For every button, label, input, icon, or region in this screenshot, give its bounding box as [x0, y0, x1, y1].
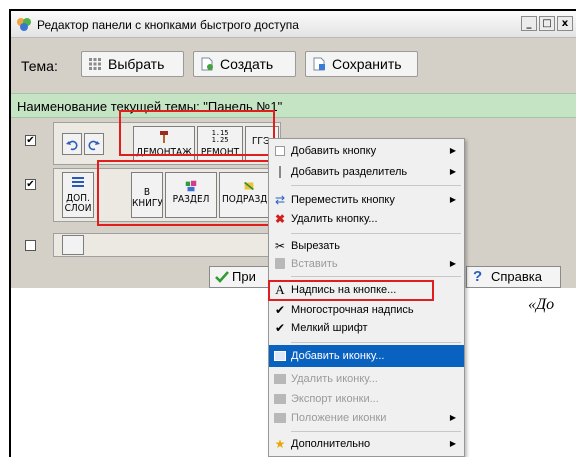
select-theme-label: Выбрать [108, 56, 165, 72]
menu-label: Вставить [291, 258, 338, 270]
create-theme-label: Создать [220, 56, 274, 72]
help-icon: ? [473, 268, 483, 285]
extra-layers-label: ДОП. СЛОИ [64, 193, 92, 214]
scissors-icon: ✂ [274, 239, 286, 253]
select-theme-button[interactable]: Выбрать [81, 51, 184, 77]
panel-row-3 [53, 233, 281, 257]
help-button[interactable]: ? Справка [466, 266, 561, 288]
document-text-fragment: «До [528, 296, 555, 313]
grid-icon [89, 58, 101, 70]
checkmark-icon: ✔ [274, 303, 286, 317]
help-label: Справка [491, 269, 542, 284]
theme-label: Тема: [21, 58, 58, 74]
menu-item-delete-button[interactable]: ✖ Удалить кнопку... [269, 208, 464, 230]
menu-label: Вырезать [291, 240, 340, 252]
menu-item-small-font[interactable]: ✔ Мелкий шрифт [269, 317, 464, 339]
save-theme-label: Сохранить [332, 56, 402, 72]
menu-label: Добавить разделитель [291, 166, 408, 178]
menu-item-add-separator[interactable]: Добавить разделитель ▶ [269, 161, 464, 183]
maximize-button[interactable]: □ [539, 16, 555, 31]
menu-item-add-icon[interactable]: Добавить иконку... [269, 345, 464, 367]
menu-item-icon-position[interactable]: Положение иконки ▶ [269, 407, 464, 429]
checkmark-icon [215, 271, 229, 283]
menu-item-delete-icon[interactable]: Удалить иконку... [269, 368, 464, 390]
menu-separator [291, 342, 461, 343]
app-icon [17, 18, 31, 31]
export-icon [273, 392, 287, 406]
redo-icon [88, 140, 100, 151]
menu-label: Многострочная надпись [291, 304, 414, 316]
image-icon [273, 411, 287, 425]
menu-label: Мелкий шрифт [291, 322, 368, 334]
minimize-button[interactable]: _ [521, 16, 537, 31]
submenu-arrow-icon: ▶ [449, 146, 456, 155]
menu-separator [291, 185, 461, 186]
separator-icon [273, 165, 287, 179]
highlight-caption-menu-item [268, 280, 434, 301]
apply-label: При [232, 269, 256, 284]
close-button[interactable]: x [557, 16, 573, 31]
submenu-arrow-icon: ▶ [449, 259, 456, 268]
menu-label: Переместить кнопку [291, 194, 395, 206]
undo-icon [66, 140, 78, 151]
highlight-row-2-buttons [97, 160, 272, 226]
layers-icon [72, 177, 84, 187]
menu-item-advanced[interactable]: ★ Дополнительно ▶ [269, 433, 464, 455]
save-theme-button[interactable]: Сохранить [305, 51, 418, 77]
image-icon [273, 372, 287, 386]
submenu-arrow-icon: ▶ [449, 439, 456, 448]
new-document-icon [201, 57, 213, 71]
menu-item-paste[interactable]: Вставить ▶ [269, 253, 464, 275]
highlight-row-1-buttons [119, 110, 275, 156]
move-icon: ⇄ [274, 193, 286, 207]
row-2-checkbox[interactable]: ✔ [25, 179, 36, 190]
menu-item-add-button[interactable]: Добавить кнопку ▶ [269, 140, 464, 162]
menu-label: Добавить иконку... [291, 350, 385, 362]
title-bar[interactable]: Редактор панели с кнопками быстрого дост… [11, 11, 576, 38]
checkmark-icon: ✔ [274, 321, 286, 335]
row-3-checkbox[interactable] [25, 240, 36, 251]
paste-icon [273, 257, 287, 271]
button-icon [273, 144, 287, 158]
redo-button[interactable] [84, 133, 104, 155]
menu-label: Положение иконки [291, 412, 387, 424]
empty-slot-button[interactable] [62, 235, 84, 255]
toolbar: Тема: Выбрать Создать Сохранить [11, 38, 576, 93]
menu-separator [291, 276, 461, 277]
current-theme-bar: Наименование текущей темы: "Панель №1" [11, 93, 576, 118]
create-theme-button[interactable]: Создать [193, 51, 296, 77]
submenu-arrow-icon: ▶ [449, 413, 456, 422]
delete-x-icon: ✖ [274, 212, 286, 226]
undo-button[interactable] [62, 133, 82, 155]
submenu-arrow-icon: ▶ [449, 167, 456, 176]
menu-separator [291, 431, 461, 432]
window-title: Редактор панели с кнопками быстрого дост… [37, 18, 299, 32]
save-document-icon [313, 57, 325, 71]
menu-separator [291, 233, 461, 234]
extra-layers-button[interactable]: ДОП. СЛОИ [62, 172, 94, 218]
menu-label: Удалить иконку... [291, 373, 378, 385]
row-1-checkbox[interactable]: ✔ [25, 135, 36, 146]
menu-label: Дополнительно [291, 438, 371, 450]
add-image-icon [273, 349, 287, 363]
menu-label: Добавить кнопку [291, 145, 377, 157]
menu-label: Удалить кнопку... [291, 213, 378, 225]
star-icon: ★ [274, 437, 286, 451]
menu-label: Экспорт иконки... [291, 393, 379, 405]
